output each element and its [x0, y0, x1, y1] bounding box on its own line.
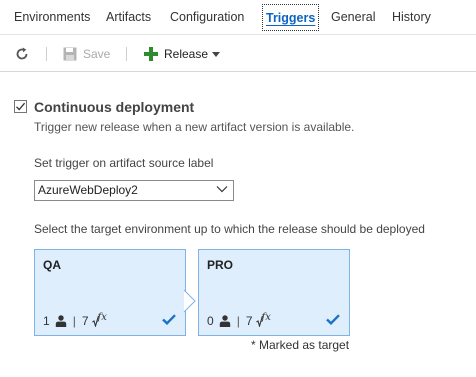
floppy-disk-icon [63, 47, 77, 61]
release-button[interactable]: Release [144, 45, 221, 63]
refresh-icon[interactable] [14, 46, 30, 62]
target-environment-label: Select the target environment up to whic… [34, 222, 425, 236]
artifact-source-select[interactable]: AzureWebDeploy2 [34, 180, 234, 201]
tab-triggers[interactable]: Triggers [262, 4, 320, 31]
chevron-down-icon [212, 51, 221, 57]
save-label: Save [83, 47, 111, 61]
tab-environments[interactable]: Environments [14, 10, 90, 24]
continuous-deployment-title: Continuous deployment [34, 99, 195, 115]
variable-count: 7 [245, 314, 253, 328]
checkmark-icon [162, 314, 176, 325]
artifact-source-value: AzureWebDeploy2 [38, 183, 138, 197]
checkmark-icon [16, 102, 26, 111]
tab-general[interactable]: General [331, 10, 375, 24]
chevron-down-icon [216, 186, 228, 193]
tab-bar: Environments Artifacts Configuration Tri… [0, 0, 476, 35]
chevron-right-icon [183, 289, 196, 313]
continuous-deployment-description: Trigger new release when a new artifact … [34, 120, 355, 134]
meta-divider: | [236, 314, 240, 328]
tab-history[interactable]: History [392, 10, 431, 24]
approver-count: 1 [43, 314, 50, 328]
environment-name: PRO [207, 258, 234, 272]
environment-name: QA [43, 258, 61, 272]
function-icon: fx [97, 311, 107, 323]
checkmark-icon [326, 314, 340, 325]
environment-card-qa[interactable]: QA 1 | 7 fx [34, 249, 186, 336]
toolbar-separator [126, 47, 127, 61]
environment-card-pro[interactable]: PRO 0 | 7 fx [198, 249, 350, 336]
toolbar-separator [46, 47, 47, 61]
artifact-source-label: Set trigger on artifact source label [34, 156, 214, 170]
continuous-deployment-checkbox[interactable] [14, 100, 27, 113]
plus-icon [144, 47, 158, 61]
variable-count: 7 [81, 314, 89, 328]
save-button[interactable]: Save [63, 45, 110, 63]
user-icon [219, 315, 230, 327]
environment-meta: 0 | 7 fx [207, 311, 271, 329]
environment-meta: 1 | 7 fx [43, 311, 107, 329]
user-icon [55, 315, 66, 327]
function-icon: fx [261, 311, 271, 323]
marked-as-target-note: * Marked as target [251, 338, 350, 352]
approver-count: 0 [207, 314, 214, 328]
toolbar-divider [0, 71, 476, 72]
tab-configuration[interactable]: Configuration [170, 10, 244, 24]
meta-divider: | [72, 314, 76, 328]
tab-artifacts[interactable]: Artifacts [106, 10, 151, 24]
release-label: Release [164, 47, 209, 61]
toolbar: Save Release [0, 35, 476, 71]
